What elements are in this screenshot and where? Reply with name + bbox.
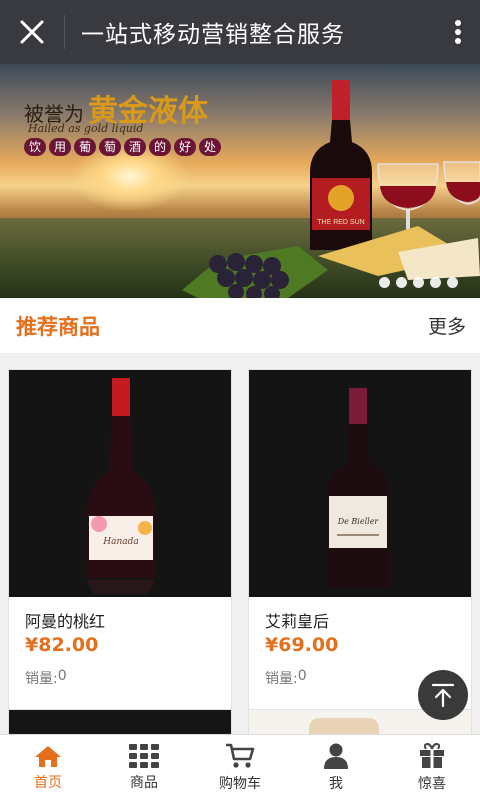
product-price: ¥69.00 [265,634,339,656]
home-icon [35,745,61,767]
product-image: De Bieller [249,370,471,597]
product-card[interactable]: Hanada 阿曼的桃红 ¥82.00 销量: 0 [8,369,232,711]
back-to-top-button[interactable] [418,670,468,720]
tab-me[interactable]: 我 [288,735,384,800]
tab-label: 首页 [34,774,62,791]
tab-label: 我 [329,775,343,792]
user-icon [324,743,348,769]
rose-wine-bottle-image: Hanada [87,378,155,594]
product-price: ¥82.00 [25,634,99,656]
carousel-indicators [379,277,458,288]
product-sales: 销量: 0 [25,668,67,688]
red-wine-bottle-image: De Bieller [327,388,389,588]
more-link[interactable]: 更多 [428,312,466,339]
close-icon [20,20,44,44]
banner-subtitle-char: 萄 [99,138,121,156]
banner-subtitle-en: Hailed as gold liquid [28,122,144,135]
grid-icon [129,743,159,768]
cart-icon [226,743,255,768]
recommended-section-header: 推荐商品 更多 [0,298,480,353]
banner-subtitle-char: 好 [174,138,196,156]
banner-subtitle-char: 葡 [74,138,96,156]
banner-subtitle: 饮 用 葡 萄 酒 的 好 处 [24,138,221,156]
product-sales: 销量: 0 [265,668,307,688]
carousel-dot[interactable] [396,277,407,288]
more-menu-button[interactable] [436,0,480,64]
top-bar: 一站式移动营销整合服务 [0,0,480,64]
banner-subtitle-char: 饮 [24,138,46,156]
tab-cart[interactable]: 购物车 [192,735,288,800]
more-vertical-icon [455,20,461,44]
tab-surprise[interactable]: 惊喜 [384,735,480,800]
arrow-up-icon [431,683,455,708]
carousel-dot[interactable] [447,277,458,288]
banner-subtitle-char: 用 [49,138,71,156]
carousel-dot[interactable] [430,277,441,288]
tab-label: 购物车 [219,775,261,792]
banner-subtitle-char: 的 [149,138,171,156]
product-bottle-label: Hanada [102,537,139,547]
sales-value: 0 [57,668,67,684]
product-bottle-label: De Bieller [337,517,380,526]
gift-icon [420,742,444,768]
tab-label: 商品 [130,774,158,791]
banner-subtitle-char: 处 [199,138,221,156]
section-title: 推荐商品 [16,314,100,339]
banner-subtitle-char: 酒 [124,138,146,156]
product-image: Hanada [9,370,231,597]
bottom-tab-bar: 首页 商品 购物车 我 惊喜 [0,734,480,800]
tab-label: 惊喜 [418,775,446,792]
product-name: 艾莉皇后 [265,612,330,631]
product-name: 阿曼的桃红 [25,612,106,631]
sales-value: 0 [297,668,307,684]
product-card[interactable]: De Bieller 艾莉皇后 ¥69.00 销量: 0 [248,369,472,711]
sales-label: 销量: [265,671,298,687]
banner-carousel[interactable]: 被誉为 黄金液体 Hailed as gold liquid 饮 用 葡 萄 酒… [0,64,480,298]
close-button[interactable] [0,0,64,64]
carousel-dot[interactable] [413,277,424,288]
carousel-dot[interactable] [379,277,390,288]
tab-home[interactable]: 首页 [0,735,96,800]
tab-products[interactable]: 商品 [96,735,192,800]
sales-label: 销量: [25,671,58,687]
page-title: 一站式移动营销整合服务 [81,22,345,48]
